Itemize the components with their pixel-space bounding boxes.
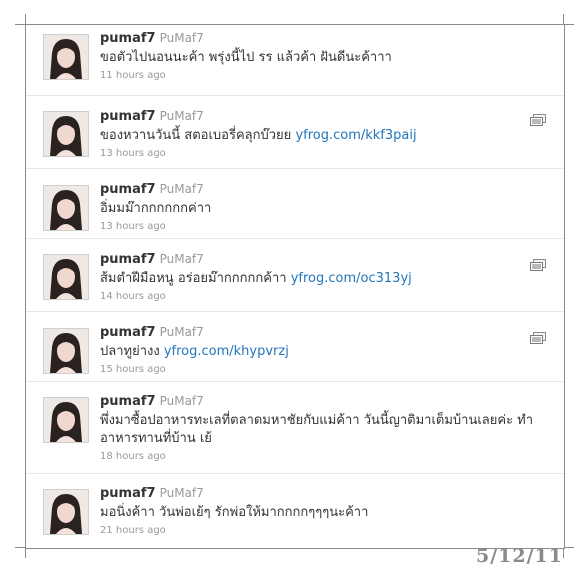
tweet-item: pumaf7 PuMaf7 ปลาทูย่างง yfrog.com/khypvr… [26, 311, 564, 382]
timestamp[interactable]: 14 hours ago [100, 291, 550, 302]
tweet-link[interactable]: yfrog.com/oc313yj [291, 271, 412, 286]
date-stamp: 5/12/11 [476, 545, 563, 567]
crop-mark [25, 548, 26, 558]
crop-mark [564, 24, 574, 25]
tweet-item: pumaf7 PuMaf7 ขอตัวไปนอนนะค้า พรุ่งนี้ไป … [26, 25, 564, 96]
tweet-text: ของหวานวันนี้ สตอเบอรี่คลุกบ๊วยย [100, 128, 292, 143]
crop-mark [563, 548, 564, 558]
tweet-list-frame: pumaf7 PuMaf7 ขอตัวไปนอนนะค้า พรุ่งนี้ไป … [25, 24, 565, 549]
timestamp[interactable]: 15 hours ago [100, 364, 550, 375]
user-handle[interactable]: PuMaf7 [160, 109, 204, 123]
username[interactable]: pumaf7 [100, 109, 156, 124]
timestamp[interactable]: 21 hours ago [100, 525, 550, 536]
tweet-text: ขอตัวไปนอนนะค้า พรุ่งนี้ไป รร แล้วค้า ฝั… [100, 50, 392, 65]
photo-attachment-icon[interactable] [530, 256, 546, 271]
tweet-link[interactable]: yfrog.com/khypvrzj [164, 344, 289, 359]
user-handle[interactable]: PuMaf7 [160, 252, 204, 266]
avatar[interactable] [43, 397, 89, 443]
timestamp[interactable]: 13 hours ago [100, 221, 550, 232]
user-handle[interactable]: PuMaf7 [160, 325, 204, 339]
photo-attachment-icon[interactable] [530, 329, 546, 344]
timestamp[interactable]: 18 hours ago [100, 451, 550, 462]
timestamp[interactable]: 11 hours ago [100, 70, 550, 81]
username[interactable]: pumaf7 [100, 182, 156, 197]
username[interactable]: pumaf7 [100, 31, 156, 46]
user-handle[interactable]: PuMaf7 [160, 394, 204, 408]
tweet-text: ปลาทูย่างง [100, 344, 160, 359]
tweet-item: pumaf7 PuMaf7 อิ่มมม๊ากกกกกกค่าา 13 hours… [26, 168, 564, 239]
avatar[interactable] [43, 185, 89, 231]
tweet-item: pumaf7 PuMaf7 ส้มตำฝีมือหนู อร่อยม๊ากกกกก… [26, 238, 564, 312]
avatar[interactable] [43, 254, 89, 300]
crop-mark [25, 14, 26, 24]
username[interactable]: pumaf7 [100, 486, 156, 501]
crop-mark [15, 24, 25, 25]
crop-mark [563, 14, 564, 24]
username[interactable]: pumaf7 [100, 394, 156, 409]
avatar[interactable] [43, 328, 89, 374]
tweet-item: pumaf7 PuMaf7 ของหวานวันนี้ สตอเบอรี่คลุก… [26, 95, 564, 169]
tweet-item: pumaf7 PuMaf7 พึ่งมาซื้อปอาหารทะเลที่ตลาด… [26, 381, 564, 474]
user-handle[interactable]: PuMaf7 [160, 486, 204, 500]
timestamp[interactable]: 13 hours ago [100, 148, 550, 159]
crop-mark [564, 547, 574, 548]
avatar[interactable] [43, 34, 89, 80]
username[interactable]: pumaf7 [100, 325, 156, 340]
avatar[interactable] [43, 111, 89, 157]
tweet-text: มอนิ่งค้าา วันพ่อเย้ๆ รักพ่อให้มากกกกๆๆๆ… [100, 505, 369, 520]
tweet-text: พึ่งมาซื้อปอาหารทะเลที่ตลาดมหาชัยกับแม่ค… [100, 413, 534, 446]
tweet-text: ส้มตำฝีมือหนู อร่อยม๊ากกกกกค้าา [100, 271, 287, 286]
crop-mark [15, 547, 25, 548]
user-handle[interactable]: PuMaf7 [160, 31, 204, 45]
tweet-link[interactable]: yfrog.com/kkf3paij [295, 128, 416, 143]
tweet-text: อิ่มมม๊ากกกกกกค่าา [100, 201, 212, 216]
user-handle[interactable]: PuMaf7 [160, 182, 204, 196]
tweet-item: pumaf7 PuMaf7 มอนิ่งค้าา วันพ่อเย้ๆ รักพ่… [26, 473, 564, 548]
avatar[interactable] [43, 489, 89, 535]
photo-attachment-icon[interactable] [530, 111, 546, 126]
username[interactable]: pumaf7 [100, 252, 156, 267]
